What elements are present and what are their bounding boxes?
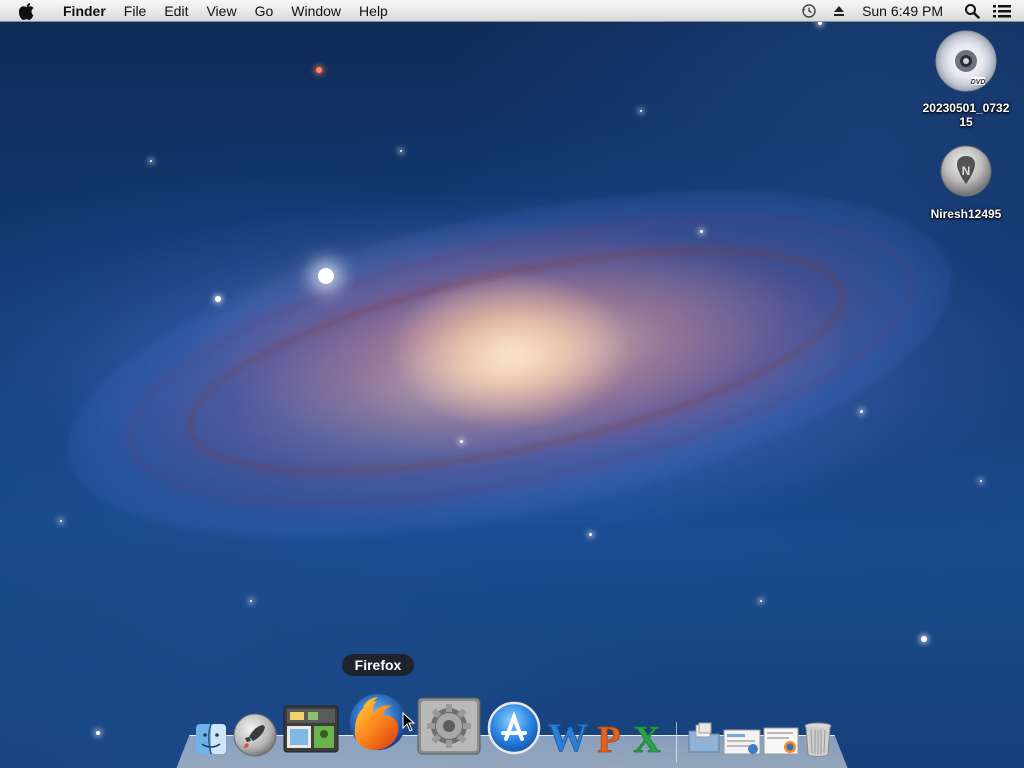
document-stack-icon	[723, 729, 761, 755]
star	[860, 410, 863, 413]
mouse-pointer-icon	[402, 711, 416, 737]
word-icon: W	[548, 715, 589, 757]
niresh-disk-icon: N	[939, 144, 993, 203]
star	[640, 110, 642, 112]
dock-item-excel[interactable]: X	[628, 716, 666, 758]
menu-edit[interactable]: Edit	[155, 0, 197, 22]
app-store-icon	[487, 701, 541, 755]
star	[60, 520, 62, 522]
desktop-icon-label: Niresh12495	[930, 207, 1002, 221]
star	[760, 600, 762, 602]
svg-text:W: W	[548, 715, 588, 757]
star	[980, 480, 982, 482]
star	[400, 150, 402, 152]
system-preferences-gear-icon	[417, 697, 481, 755]
dock-separator	[676, 722, 677, 762]
menu-app-finder[interactable]: Finder	[54, 0, 115, 22]
star	[921, 636, 927, 642]
menu-view[interactable]: View	[197, 0, 245, 22]
dock-stack-applications[interactable]	[686, 720, 722, 756]
dock-item-system-preferences[interactable]	[416, 696, 482, 756]
menu-bar-clock[interactable]: Sun 6:49 PM	[862, 0, 943, 22]
dock-tooltip: Firefox	[342, 654, 414, 676]
applications-folder-icon	[688, 722, 720, 753]
dock-item-app-store[interactable]	[486, 700, 542, 756]
desktop-wallpaper[interactable]	[0, 0, 1024, 768]
photo-booth-icon	[283, 705, 339, 753]
dock-item-photo-booth[interactable]	[282, 702, 340, 756]
notification-list-icon[interactable]	[992, 0, 1012, 22]
bright-star	[318, 268, 334, 284]
menu-bar: Finder File Edit View Go Window Help Sun…	[0, 0, 1024, 22]
dock-item-finder[interactable]	[194, 722, 228, 756]
menu-window[interactable]: Window	[282, 0, 350, 22]
menu-help[interactable]: Help	[350, 0, 397, 22]
dock-stack-downloads[interactable]	[762, 724, 800, 758]
star	[150, 160, 152, 162]
svg-text:N: N	[962, 164, 971, 178]
star	[589, 533, 592, 536]
menu-bar-status-area: Sun 6:49 PM	[794, 0, 1024, 22]
star	[316, 67, 322, 73]
powerpoint-icon: P	[597, 719, 621, 758]
time-machine-icon[interactable]	[799, 0, 819, 22]
trash-icon	[804, 722, 832, 757]
star	[460, 440, 463, 443]
desktop-icon-niresh[interactable]: N Niresh12495	[918, 144, 1014, 221]
star	[250, 600, 252, 602]
star	[96, 731, 100, 735]
downloads-stack-icon	[763, 727, 799, 755]
dvd-disc-icon: DVD	[935, 30, 997, 97]
menu-go[interactable]: Go	[246, 0, 283, 22]
svg-text:DVD: DVD	[971, 79, 986, 86]
desktop-icon-dvd[interactable]: DVD 20230501_073215	[918, 30, 1014, 129]
star	[700, 230, 703, 233]
dock-item-launchpad[interactable]	[232, 712, 278, 758]
dock-item-powerpoint[interactable]: P	[592, 716, 626, 758]
launchpad-rocket-icon	[233, 713, 277, 757]
apple-menu-icon[interactable]	[18, 2, 36, 20]
eject-icon[interactable]	[829, 0, 849, 22]
star	[215, 296, 221, 302]
spotlight-search-icon[interactable]	[962, 0, 982, 22]
svg-text:X: X	[633, 719, 660, 758]
dock-stack-document[interactable]	[722, 726, 762, 758]
dock-item-word[interactable]: W	[546, 714, 590, 758]
menu-file[interactable]: File	[115, 0, 156, 22]
finder-icon	[196, 723, 226, 755]
excel-icon: X	[633, 719, 661, 758]
desktop-icon-label: 20230501_073215	[922, 101, 1010, 129]
svg-text:P: P	[597, 719, 620, 758]
dock-item-trash[interactable]	[802, 720, 834, 758]
